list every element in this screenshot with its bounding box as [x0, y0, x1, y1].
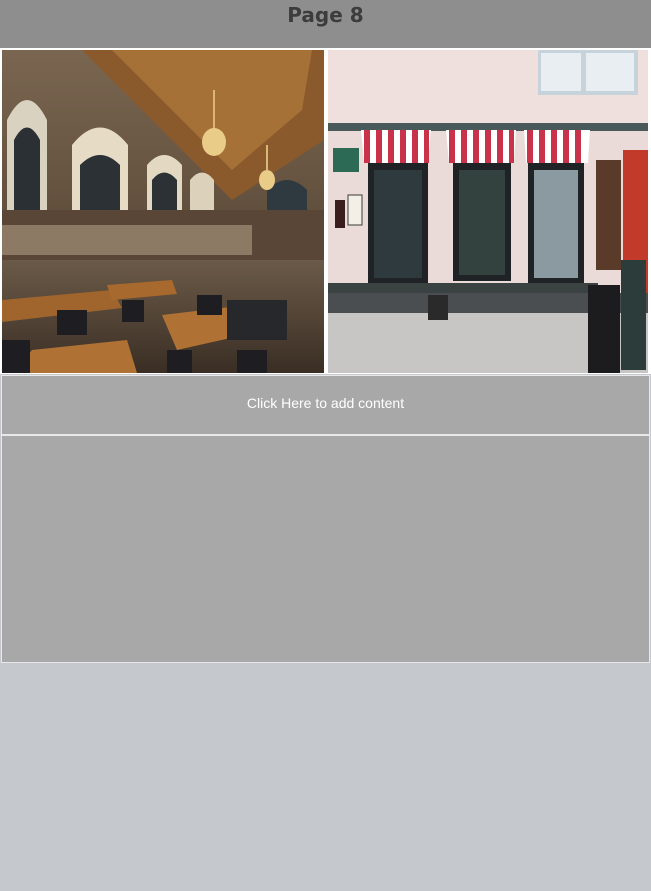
- photo-row: [0, 48, 651, 374]
- add-content-button[interactable]: Click Here to add content: [1, 375, 650, 435]
- page-title: Page 8: [287, 3, 364, 27]
- content-area[interactable]: [1, 435, 650, 663]
- cafe-storefront-photo: [328, 50, 648, 373]
- ornate-hall-dining-photo: [2, 50, 324, 373]
- page-header: Page 8: [0, 0, 651, 48]
- add-content-label: Click Here to add content: [246, 395, 405, 411]
